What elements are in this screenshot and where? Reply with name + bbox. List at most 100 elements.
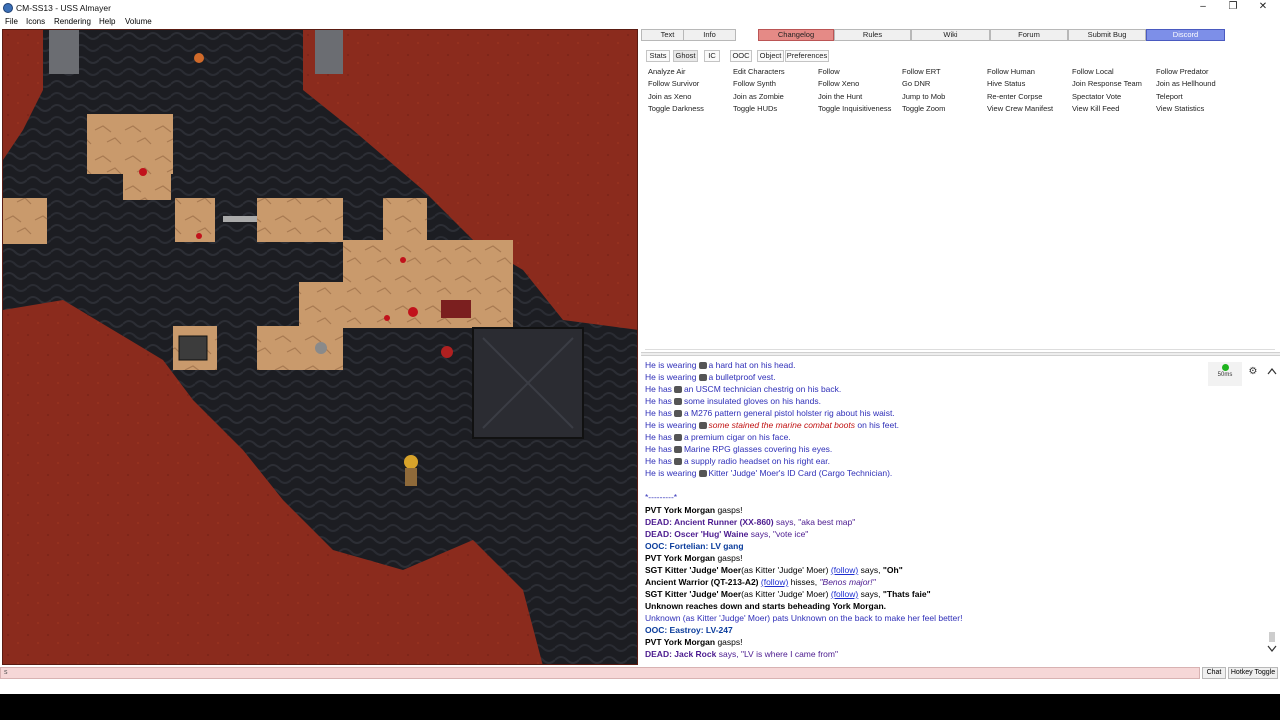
examine-line: He has some insulated gloves on his hands… <box>645 396 821 406</box>
verb-hive-status[interactable]: Hive Status <box>987 79 1025 88</box>
tab-ooc[interactable]: OOC <box>730 50 752 62</box>
app-icon <box>3 3 13 13</box>
chat-line: SGT Kitter 'Judge' Moer(as Kitter 'Judge… <box>645 589 931 599</box>
hard-hat-icon <box>698 362 707 370</box>
tab-object[interactable]: Object <box>757 50 784 62</box>
chat-line: DEAD: Jack Rock says, "LV is where I cam… <box>645 649 838 659</box>
examine-line: He has a M276 pattern general pistol hols… <box>645 408 895 418</box>
menu-icons[interactable]: Icons <box>26 17 45 26</box>
tab-preferences[interactable]: Preferences <box>785 50 829 62</box>
verb-follow-human[interactable]: Follow Human <box>987 67 1035 76</box>
examine-line: He is wearing some stained the marine com… <box>645 420 899 430</box>
verb-jump-to-mob[interactable]: Jump to Mob <box>902 92 945 101</box>
discord-button[interactable]: Discord <box>1146 29 1225 41</box>
verb-edit-characters[interactable]: Edit Characters <box>733 67 785 76</box>
verb-join-as-xeno[interactable]: Join as Xeno <box>648 92 691 101</box>
wiki-button[interactable]: Wiki <box>911 29 990 41</box>
chat-scrollbar[interactable] <box>1266 358 1278 664</box>
chat-line: Ancient Warrior (QT-213-A2) (follow) his… <box>645 577 876 587</box>
verb-toggle-zoom[interactable]: Toggle Zoom <box>902 104 945 113</box>
follow-link[interactable]: (follow) <box>831 565 858 575</box>
chat-line: PVT York Morgan gasps! <box>645 505 743 515</box>
verb-join-response-team[interactable]: Join Response Team <box>1072 79 1142 88</box>
chat-line: DEAD: Ancient Runner (XX-860) says, "aka… <box>645 517 856 527</box>
minimize-button[interactable]: – <box>1188 0 1218 16</box>
verb-spectator-vote[interactable]: Spectator Vote <box>1072 92 1121 101</box>
chat-line: Unknown reaches down and starts beheadin… <box>645 601 887 611</box>
chat-button[interactable]: Chat <box>1202 667 1226 679</box>
chat-line: DEAD: Oscer 'Hug' Waine says, "vote ice" <box>645 529 809 539</box>
glasses-icon <box>673 446 682 454</box>
examine-line: He is wearing a bulletproof vest. <box>645 372 776 382</box>
examine-line: He has a premium cigar on his face. <box>645 432 791 442</box>
close-button[interactable]: ✕ <box>1248 0 1278 16</box>
maximize-button[interactable]: ❐ <box>1218 0 1248 16</box>
examine-line: He is wearing a hard hat on his head. <box>645 360 796 370</box>
menu-bar: File Icons Rendering Help Volume <box>0 16 1280 28</box>
verb-follow-ert[interactable]: Follow ERT <box>902 67 941 76</box>
tab-stats[interactable]: Stats <box>646 50 670 62</box>
verb-toggle-inquisitiveness[interactable]: Toggle Inquisitiveness <box>818 104 891 113</box>
menu-rendering[interactable]: Rendering <box>54 17 91 26</box>
examine-line: He has Marine RPG glasses covering his ey… <box>645 444 833 454</box>
verb-follow-synth[interactable]: Follow Synth <box>733 79 776 88</box>
gear-icon[interactable]: ⚙ <box>1244 366 1262 382</box>
verb-toggle-darkness[interactable]: Toggle Darkness <box>648 104 704 113</box>
verb-join-as-zombie[interactable]: Join as Zombie <box>733 92 784 101</box>
scroll-thumb <box>1269 632 1275 642</box>
command-input[interactable]: s <box>0 667 1200 679</box>
chat-separator: *---------* <box>645 492 678 502</box>
verb-join-as-hellhound[interactable]: Join as Hellhound <box>1156 79 1216 88</box>
menu-file[interactable]: File <box>5 17 18 26</box>
scroll-up-icon <box>1267 368 1277 375</box>
verb-analyze-air[interactable]: Analyze Air <box>648 67 686 76</box>
ping-status-icon <box>1221 364 1229 371</box>
chat-line: SGT Kitter 'Judge' Moer(as Kitter 'Judge… <box>645 565 903 575</box>
examine-line: He has a supply radio headset on his righ… <box>645 456 830 466</box>
verb-follow-survivor[interactable]: Follow Survivor <box>648 79 699 88</box>
verb-toggle-huds[interactable]: Toggle HUDs <box>733 104 777 113</box>
chat-line: PVT York Morgan gasps! <box>645 553 743 563</box>
panel-splitter[interactable] <box>641 352 1280 356</box>
id-card-icon <box>698 470 707 478</box>
title-bar: CM-SS13 - USS Almayer – ❐ ✕ <box>0 0 1280 16</box>
follow-link[interactable]: (follow) <box>831 589 858 599</box>
hotkey-toggle-button[interactable]: Hotkey Toggle <box>1228 667 1278 679</box>
rules-button[interactable]: Rules <box>834 29 911 41</box>
verb-teleport[interactable]: Teleport <box>1156 92 1183 101</box>
changelog-button[interactable]: Changelog <box>758 29 834 41</box>
menu-volume[interactable]: Volume <box>125 17 152 26</box>
verb-view-statistics[interactable]: View Statistics <box>1156 104 1204 113</box>
chat-line: OOC: Eastroy: LV-247 <box>645 625 733 635</box>
gloves-icon <box>673 398 682 406</box>
game-map-viewport[interactable] <box>2 29 638 665</box>
chestrig-icon <box>673 386 682 394</box>
verb-follow-local[interactable]: Follow Local <box>1072 67 1114 76</box>
forum-button[interactable]: Forum <box>990 29 1068 41</box>
verb-reenter-corpse[interactable]: Re-enter Corpse <box>987 92 1042 101</box>
chat-output[interactable]: He is wearing a hard hat on his head. He … <box>641 358 1266 664</box>
menu-help[interactable]: Help <box>99 17 115 26</box>
verb-follow-xeno[interactable]: Follow Xeno <box>818 79 859 88</box>
follow-link[interactable]: (follow) <box>761 577 788 587</box>
verb-view-crew-manifest[interactable]: View Crew Manifest <box>987 104 1053 113</box>
status-strip <box>0 680 1280 694</box>
chat-line: OOC: Fortelian: LV gang <box>645 541 744 551</box>
top-button-bar: Text Info Changelog Rules Wiki Forum Sub… <box>641 29 1280 43</box>
verb-follow-predator[interactable]: Follow Predator <box>1156 67 1209 76</box>
ping-indicator: 50ms <box>1208 362 1242 386</box>
window-title: CM-SS13 - USS Almayer <box>16 3 111 13</box>
examine-line: He has an USCM technician chestrig on his… <box>645 384 842 394</box>
taskbar <box>0 694 1280 720</box>
verb-go-dnr[interactable]: Go DNR <box>902 79 930 88</box>
tab-ghost[interactable]: Ghost <box>673 50 698 62</box>
info-button[interactable]: Info <box>683 29 736 41</box>
holster-icon <box>673 410 682 418</box>
verb-follow[interactable]: Follow <box>818 67 840 76</box>
tab-ic[interactable]: IC <box>704 50 720 62</box>
verb-join-the-hunt[interactable]: Join the Hunt <box>818 92 862 101</box>
verb-view-kill-feed[interactable]: View Kill Feed <box>1072 104 1119 113</box>
scroll-down-icon <box>1267 645 1277 652</box>
vest-icon <box>698 374 707 382</box>
submit-bug-button[interactable]: Submit Bug <box>1068 29 1146 41</box>
